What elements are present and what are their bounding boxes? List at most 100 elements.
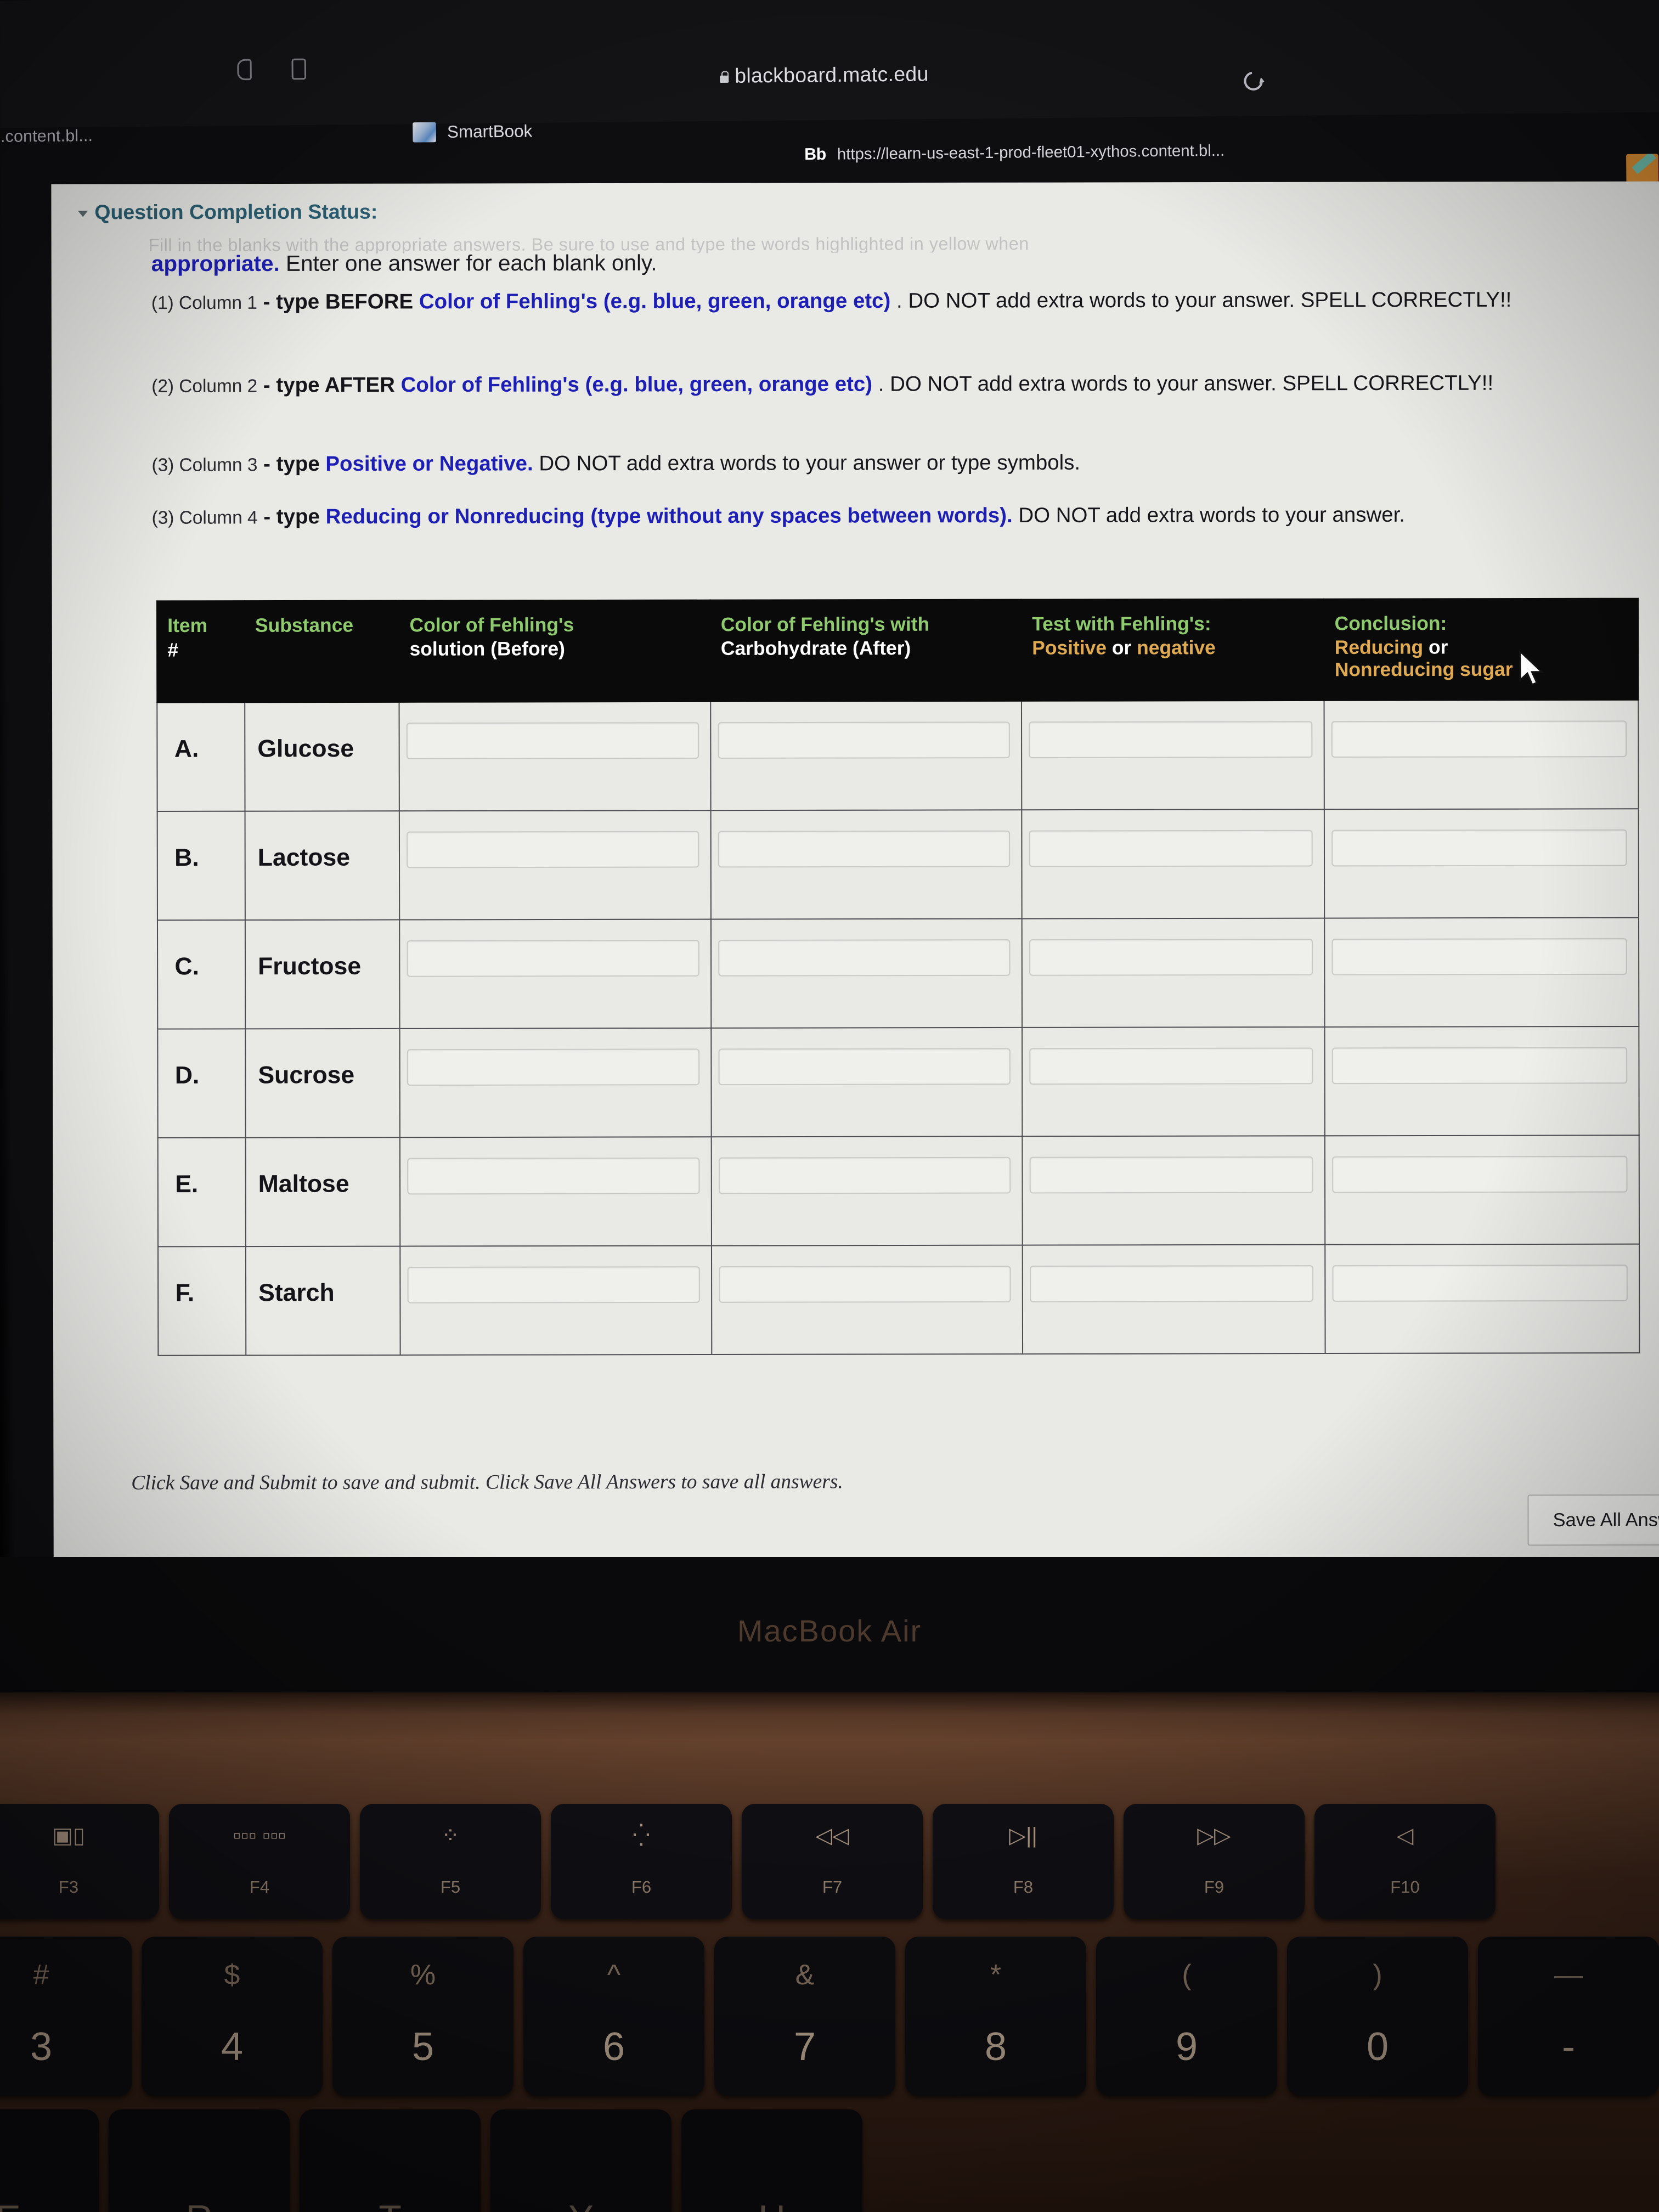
cell-test-result — [1022, 700, 1325, 810]
substance-label: Fructose — [258, 952, 362, 980]
key-6[interactable]: ^ 6 — [523, 1937, 704, 2096]
test-result-input-B[interactable] — [1029, 830, 1313, 867]
instruction-2-blue: Color of Fehling's (e.g. blue, green, or… — [400, 373, 873, 397]
input-wrapper — [1325, 809, 1638, 867]
conclusion-input-F[interactable] — [1332, 1264, 1628, 1302]
conclusion-input-B[interactable] — [1331, 829, 1627, 867]
key-f4[interactable]: ▫▫▫ ▫▫▫ F4 — [169, 1804, 350, 1919]
laptop-display: blackboard.matc.edu thos.content.bl... S… — [0, 0, 1659, 1600]
cell-item-D: D. — [157, 1029, 246, 1138]
key-t[interactable]: T — [300, 2109, 481, 2212]
key--[interactable]: — - — [1478, 1937, 1659, 2096]
key-f3[interactable]: ▣▯ F3 — [0, 1804, 159, 1919]
laptop-hinge — [0, 1692, 1659, 1742]
key-primary-label: 9 — [1175, 2025, 1198, 2069]
conclusion-input-E[interactable] — [1332, 1155, 1628, 1193]
cell-substance: Glucose — [244, 702, 399, 811]
bookmark-blackboard[interactable]: Bb https://learn-us-east-1-prod-fleet01-… — [804, 142, 1224, 165]
instruction-2-rest: . DO NOT add extra words to your answer.… — [872, 371, 1494, 396]
screen-left-shadow — [0, 0, 16, 1600]
tab-smartbook-label: SmartBook — [447, 121, 533, 142]
key-9[interactable]: (9 — [1096, 1937, 1277, 2096]
color-after-input-C[interactable] — [718, 939, 1011, 977]
key-7[interactable]: & 7 — [714, 1937, 895, 2096]
input-wrapper — [711, 810, 1021, 868]
color-before-input-F[interactable] — [407, 1266, 700, 1304]
table-row: C. Fructose — [157, 917, 1639, 1029]
key-y[interactable]: Y — [490, 2109, 672, 2212]
color-before-input-E[interactable] — [407, 1157, 700, 1195]
test-result-input-F[interactable] — [1030, 1265, 1314, 1302]
key-3[interactable]: #3 — [0, 1937, 132, 2096]
smartbook-favicon — [413, 122, 436, 143]
key-label: F6 — [631, 1877, 652, 1897]
key-primary-label: 6 — [602, 2025, 625, 2069]
key-shift-symbol: ) — [1373, 1959, 1383, 1991]
cell-color-after — [710, 810, 1022, 919]
input-wrapper — [711, 702, 1021, 759]
key-f9[interactable]: ▷▷ F9 — [1124, 1804, 1305, 1919]
cell-color-before — [399, 1137, 712, 1246]
header-color-before-line2: solution (Before) — [409, 637, 565, 660]
color-after-input-E[interactable] — [718, 1156, 1011, 1194]
input-wrapper — [1325, 1244, 1639, 1302]
color-after-input-F[interactable] — [718, 1265, 1011, 1303]
item-label: D. — [174, 1062, 200, 1089]
key-u[interactable]: U — [681, 2109, 862, 2212]
conclusion-input-C[interactable] — [1331, 938, 1627, 975]
color-before-input-B[interactable] — [407, 831, 699, 868]
table-row: D. Sucrose — [157, 1026, 1639, 1138]
question-completion-status[interactable]: Question Completion Status: — [78, 200, 377, 224]
cell-item-A: A. — [157, 702, 245, 811]
cell-color-after — [711, 1136, 1023, 1246]
input-wrapper — [1325, 701, 1638, 758]
key-e[interactable]: E — [0, 2109, 99, 2212]
key-f6[interactable]: ⁛ F6 — [551, 1804, 732, 1919]
input-wrapper — [712, 919, 1022, 977]
conclusion-input-D[interactable] — [1331, 1047, 1628, 1084]
instruction-1-dash: - type BEFORE — [257, 290, 419, 314]
key-r[interactable]: R — [109, 2109, 290, 2212]
cell-conclusion — [1324, 699, 1639, 810]
header-substance-label: Substance — [255, 614, 354, 636]
key-f7[interactable]: ◁◁ F7 — [742, 1804, 923, 1919]
key-shift-symbol: $ — [224, 1959, 240, 1991]
test-result-input-D[interactable] — [1029, 1047, 1313, 1085]
color-before-input-C[interactable] — [407, 939, 699, 977]
key-label: F4 — [249, 1877, 270, 1897]
color-after-input-B[interactable] — [718, 830, 1011, 868]
tab-smartbook[interactable]: SmartBook — [413, 121, 532, 143]
key-primary-label: 3 — [30, 2025, 53, 2069]
header-color-before: Color of Fehling's solution (Before) — [399, 600, 710, 702]
color-after-input-D[interactable] — [718, 1048, 1011, 1085]
key-f8[interactable]: ▷|| F8 — [933, 1804, 1114, 1919]
key-shift-symbol: % — [410, 1959, 436, 1991]
key-f5[interactable]: ⁘ F5 — [360, 1804, 541, 1919]
test-result-input-C[interactable] — [1029, 938, 1313, 976]
blackboard-page: Question Completion Status: Fill in the … — [51, 181, 1659, 1589]
key-4[interactable]: $4 — [142, 1937, 323, 2096]
test-result-input-E[interactable] — [1029, 1156, 1313, 1194]
test-result-input-A[interactable] — [1029, 721, 1313, 758]
key-8[interactable]: * 8 — [905, 1937, 1086, 2096]
cell-color-before — [399, 919, 711, 1029]
key-label: F3 — [58, 1877, 79, 1897]
extension-icon[interactable] — [1626, 154, 1659, 183]
color-before-input-A[interactable] — [406, 722, 699, 759]
key-f10[interactable]: ◁ F10 — [1314, 1804, 1496, 1919]
cell-color-before — [399, 701, 711, 811]
key-0[interactable]: ) 0 — [1287, 1937, 1468, 2096]
instruction-1: (1) Column 1 - type BEFORE Color of Fehl… — [151, 286, 1584, 317]
conclusion-input-A[interactable] — [1331, 720, 1627, 758]
color-before-input-D[interactable] — [407, 1048, 699, 1086]
substance-label: Starch — [258, 1279, 335, 1307]
key-5[interactable]: % 5 — [332, 1937, 514, 2096]
instruction-2: (2) Column 2 - type AFTER Color of Fehli… — [151, 369, 1584, 400]
tab-xythos[interactable]: thos.content.bl... — [0, 127, 93, 147]
save-all-answers-button[interactable]: Save All Answers — [1527, 1494, 1659, 1546]
key-label: F7 — [822, 1877, 843, 1897]
key-primary-label: 5 — [411, 2025, 435, 2069]
cell-item-C: C. — [157, 919, 246, 1029]
chevron-down-icon[interactable] — [78, 210, 88, 217]
color-after-input-A[interactable] — [718, 721, 1011, 759]
